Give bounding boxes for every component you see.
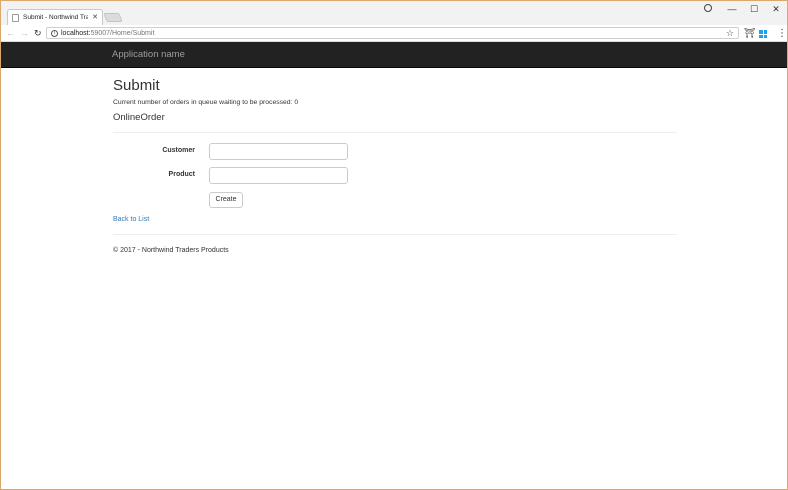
browser-toolbar: ← → ↻ i localhost:59007/Home/Submit ☆ ⛩ xyxy=(1,25,787,42)
browser-tab[interactable]: Submit - Northwind Tra ✕ xyxy=(7,9,103,25)
footer-divider xyxy=(113,234,677,235)
create-button[interactable]: Create xyxy=(209,192,243,208)
site-navbar: Application name xyxy=(1,42,787,68)
tab-strip: Submit - Northwind Tra ✕ — ☐ ✕ xyxy=(1,1,787,25)
profile-icon[interactable] xyxy=(704,4,712,12)
reload-button[interactable]: ↻ xyxy=(34,27,42,39)
maximize-button[interactable]: ☐ xyxy=(743,3,765,15)
browser-menu-icon[interactable]: ⋮ xyxy=(777,28,787,40)
queue-status: Current number of orders in queue waitin… xyxy=(113,99,299,106)
navbar-brand[interactable]: Application name xyxy=(112,49,185,60)
close-tab-icon[interactable]: ✕ xyxy=(92,14,98,21)
customer-label: Customer xyxy=(162,147,195,154)
tab-title: Submit - Northwind Tra xyxy=(23,14,89,21)
url-text: localhost:59007/Home/Submit xyxy=(61,30,154,37)
close-window-button[interactable]: ✕ xyxy=(765,3,787,15)
extension-icon[interactable]: ⛩ xyxy=(744,28,755,38)
url-host: localhost: xyxy=(61,29,91,37)
address-bar[interactable]: i localhost:59007/Home/Submit ☆ xyxy=(46,27,739,39)
new-tab-button[interactable] xyxy=(103,13,123,22)
section-title: OnlineOrder xyxy=(113,112,165,123)
page-icon xyxy=(12,13,19,22)
minimize-button[interactable]: — xyxy=(721,3,743,15)
back-button[interactable]: ← xyxy=(6,27,15,39)
url-path: 59007/Home/Submit xyxy=(90,29,155,37)
footer-text: © 2017 - Northwind Traders Products xyxy=(113,247,229,254)
page-title: Submit xyxy=(113,77,160,94)
forward-button[interactable]: → xyxy=(20,27,29,39)
divider xyxy=(113,132,677,133)
info-icon[interactable]: i xyxy=(51,29,58,37)
product-label: Product xyxy=(168,171,195,178)
browser-window: Submit - Northwind Tra ✕ — ☐ ✕ ← → ↻ i l… xyxy=(0,0,788,490)
product-input[interactable] xyxy=(209,167,348,184)
windows-extension-icon[interactable] xyxy=(759,30,767,38)
customer-input[interactable] xyxy=(209,143,348,160)
back-to-list-link[interactable]: Back to List xyxy=(113,216,149,223)
bookmark-star-icon[interactable]: ☆ xyxy=(726,28,734,38)
